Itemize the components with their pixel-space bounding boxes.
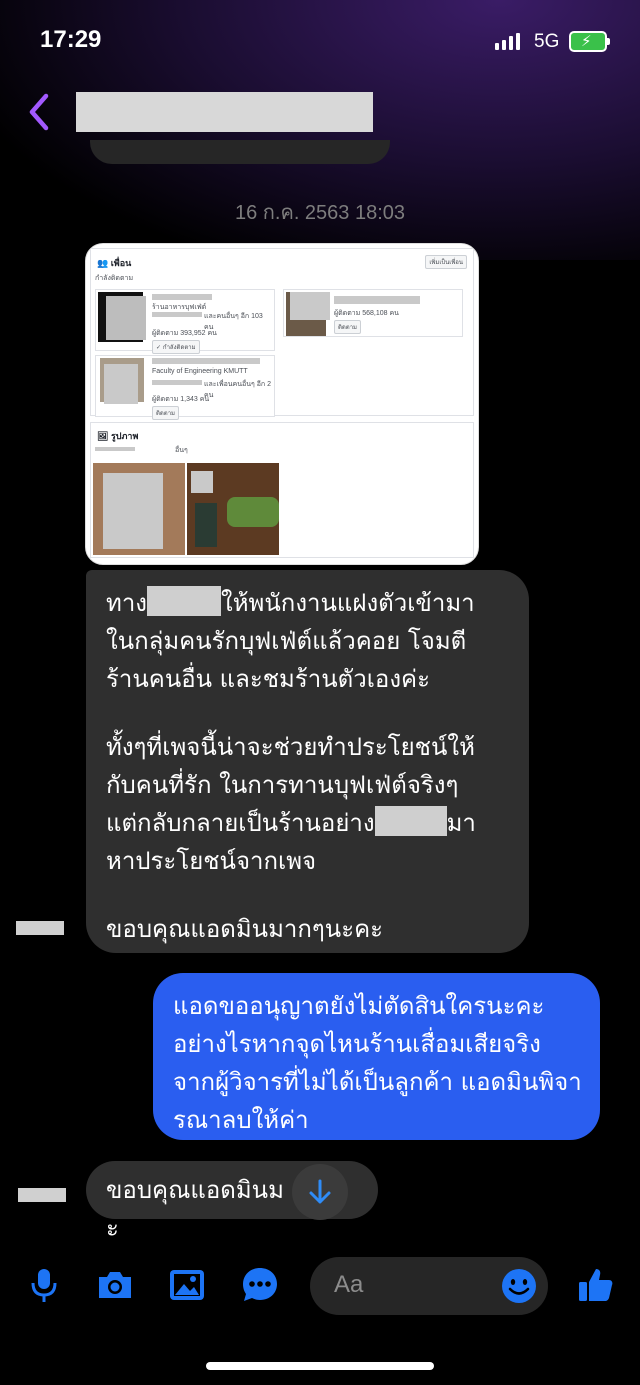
chat-extensions-button[interactable] xyxy=(238,1263,282,1307)
message-input-placeholder: Aa xyxy=(334,1271,364,1298)
scroll-to-bottom-button[interactable] xyxy=(292,1164,348,1220)
camera-icon xyxy=(99,1272,131,1298)
back-button[interactable] xyxy=(24,92,54,132)
sender-avatar xyxy=(18,1188,66,1202)
page-card: ร้านอาหารบุฟเฟ่ต์ และคนอื่นๆ อีก 103 คน … xyxy=(95,289,275,354)
photo-thumbnail xyxy=(93,463,185,555)
battery-icon: ⚡ xyxy=(569,31,610,52)
previous-message-bubble xyxy=(90,140,390,164)
photos-icon: 🖼 xyxy=(97,431,109,441)
attached-screenshot[interactable]: 👥 เพื่อน เพิ่มเป็นเพื่อน กำลังติดตาม ร้า… xyxy=(85,243,479,565)
page-card: ผู้ติดตาม 568,108 คน ติดตาม xyxy=(283,289,463,337)
camera-button[interactable] xyxy=(93,1263,137,1307)
message-timestamp: 16 ก.ค. 2563 18:03 xyxy=(234,202,406,224)
add-friend-button: เพิ่มเป็นเพื่อน xyxy=(425,255,467,269)
status-bar: 17:29 5G ⚡ xyxy=(0,0,640,80)
following-label: กำลังติดตาม xyxy=(95,275,134,282)
message-input[interactable]: Aa xyxy=(310,1257,548,1315)
like-button[interactable] xyxy=(574,1263,618,1307)
signal-icon xyxy=(495,33,520,50)
contact-name-redacted[interactable] xyxy=(76,92,373,132)
thumbs-up-icon xyxy=(579,1269,613,1301)
outgoing-message[interactable]: แอดขออนุญาตยังไม่ตัดสินใครนะคะ อย่างไรหา… xyxy=(153,973,600,1140)
redacted-text xyxy=(147,586,222,616)
emoji-icon[interactable] xyxy=(500,1267,538,1305)
photos-section: 🖼 รูปภาพ อื่นๆ xyxy=(90,422,474,558)
photo-thumbnail xyxy=(187,463,279,555)
sender-avatar xyxy=(16,921,64,935)
friends-title: 👥 เพื่อน xyxy=(97,258,132,268)
friends-icon: 👥 xyxy=(97,258,109,268)
friends-section: 👥 เพื่อน เพิ่มเป็นเพื่อน กำลังติดตาม ร้า… xyxy=(90,248,474,420)
microphone-icon xyxy=(31,1269,57,1302)
microphone-button[interactable] xyxy=(22,1263,66,1307)
incoming-message[interactable]: ทาง ให้พนักงานแฝงตัวเข้ามา ในกลุ่มคนรักบุ… xyxy=(86,570,529,953)
redacted-text xyxy=(374,806,447,836)
status-time: 17:29 xyxy=(40,26,102,53)
speech-bubble-dots-icon xyxy=(243,1268,277,1301)
chevron-left-icon xyxy=(29,93,49,131)
home-indicator xyxy=(206,1362,434,1370)
network-type: 5G xyxy=(534,31,560,52)
arrow-down-icon xyxy=(309,1179,331,1204)
page-card: Faculty of Engineering KMUTT และเพื่อนคน… xyxy=(95,355,275,420)
gallery-button[interactable] xyxy=(165,1263,209,1307)
photos-title: 🖼 รูปภาพ xyxy=(97,431,139,441)
image-icon xyxy=(170,1270,204,1300)
message-composer: Aa xyxy=(0,1255,640,1319)
